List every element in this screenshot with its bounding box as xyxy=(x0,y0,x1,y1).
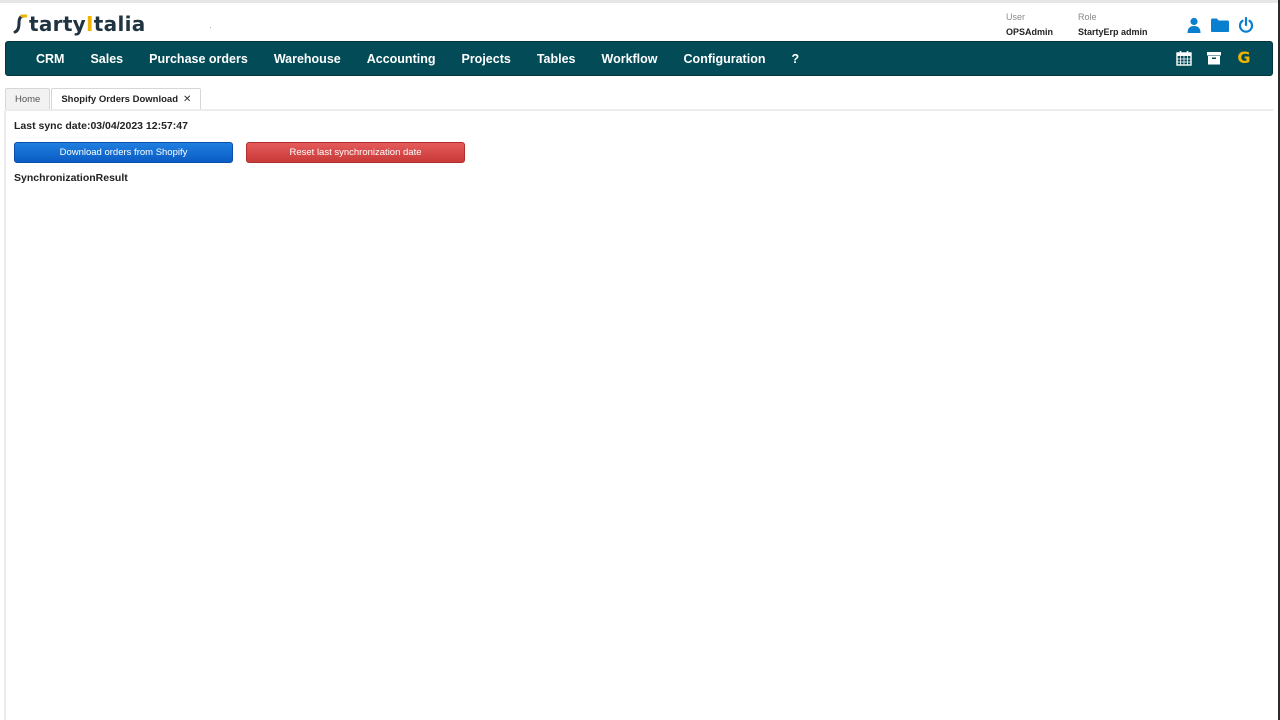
calendar-icon[interactable] xyxy=(1176,50,1192,66)
logo[interactable]: tartyItalia xyxy=(13,12,146,36)
tab-shopify-label: Shopify Orders Download xyxy=(61,94,178,105)
user-label: User xyxy=(1006,12,1026,22)
shopify-sync-panel: Last sync date:03/04/2023 12:57:47 Downl… xyxy=(14,120,465,184)
nav-item-accounting[interactable]: Accounting xyxy=(367,52,436,66)
nav-item-help[interactable]: ? xyxy=(791,52,799,66)
action-buttons: Download orders from Shopify Reset last … xyxy=(14,142,465,163)
nav-item-projects[interactable]: Projects xyxy=(461,52,510,66)
user-icon[interactable] xyxy=(1186,17,1202,33)
nav-item-workflow[interactable]: Workflow xyxy=(602,52,658,66)
main-navbar: CRM Sales Purchase orders Warehouse Acco… xyxy=(5,41,1273,76)
archive-icon[interactable] xyxy=(1206,50,1222,66)
nav-item-tables[interactable]: Tables xyxy=(537,52,576,66)
tab-shopify-orders-download[interactable]: Shopify Orders Download ✕ xyxy=(51,88,202,110)
tab-home-label: Home xyxy=(15,93,41,105)
nav-item-crm[interactable]: CRM xyxy=(36,52,64,66)
nav-menu: CRM Sales Purchase orders Warehouse Acco… xyxy=(36,52,825,66)
content-left-border xyxy=(4,110,6,720)
header-actions xyxy=(1186,17,1254,33)
logo-text: tartyItalia xyxy=(29,12,146,36)
user-info: User OPSAdmin xyxy=(1006,12,1053,37)
nav-item-warehouse[interactable]: Warehouse xyxy=(274,52,341,66)
close-icon[interactable]: ✕ xyxy=(183,94,191,105)
last-sync-date: Last sync date:03/04/2023 12:57:47 xyxy=(14,120,188,132)
synchronization-result-label: SynchronizationResult xyxy=(14,172,128,184)
last-sync-label: Last sync date: xyxy=(14,120,91,132)
role-value: StartyErp admin xyxy=(1078,27,1148,37)
last-sync-value: 03/04/2023 12:57:47 xyxy=(90,120,188,132)
decorative-dot xyxy=(210,27,211,28)
reset-sync-date-button[interactable]: Reset last synchronization date xyxy=(246,142,465,163)
folder-icon[interactable] xyxy=(1211,17,1229,33)
tab-bar: Home Shopify Orders Download ✕ xyxy=(5,88,202,110)
nav-item-purchase-orders[interactable]: Purchase orders xyxy=(149,52,248,66)
tab-bar-divider xyxy=(5,109,1273,111)
download-orders-button[interactable]: Download orders from Shopify xyxy=(14,142,233,163)
user-value: OPSAdmin xyxy=(1006,27,1054,37)
navbar-tools: G xyxy=(1176,50,1252,66)
g-icon[interactable]: G xyxy=(1236,50,1252,66)
nav-item-configuration[interactable]: Configuration xyxy=(684,52,766,66)
role-info: Role StartyErp admin xyxy=(1078,12,1148,37)
app-header: tartyItalia User OPSAdmin Role StartyErp… xyxy=(0,3,1278,41)
nav-item-sales[interactable]: Sales xyxy=(90,52,123,66)
logo-mark-icon xyxy=(13,14,27,34)
role-label: Role xyxy=(1078,12,1097,22)
tab-home[interactable]: Home xyxy=(5,88,51,109)
power-icon[interactable] xyxy=(1238,17,1254,33)
